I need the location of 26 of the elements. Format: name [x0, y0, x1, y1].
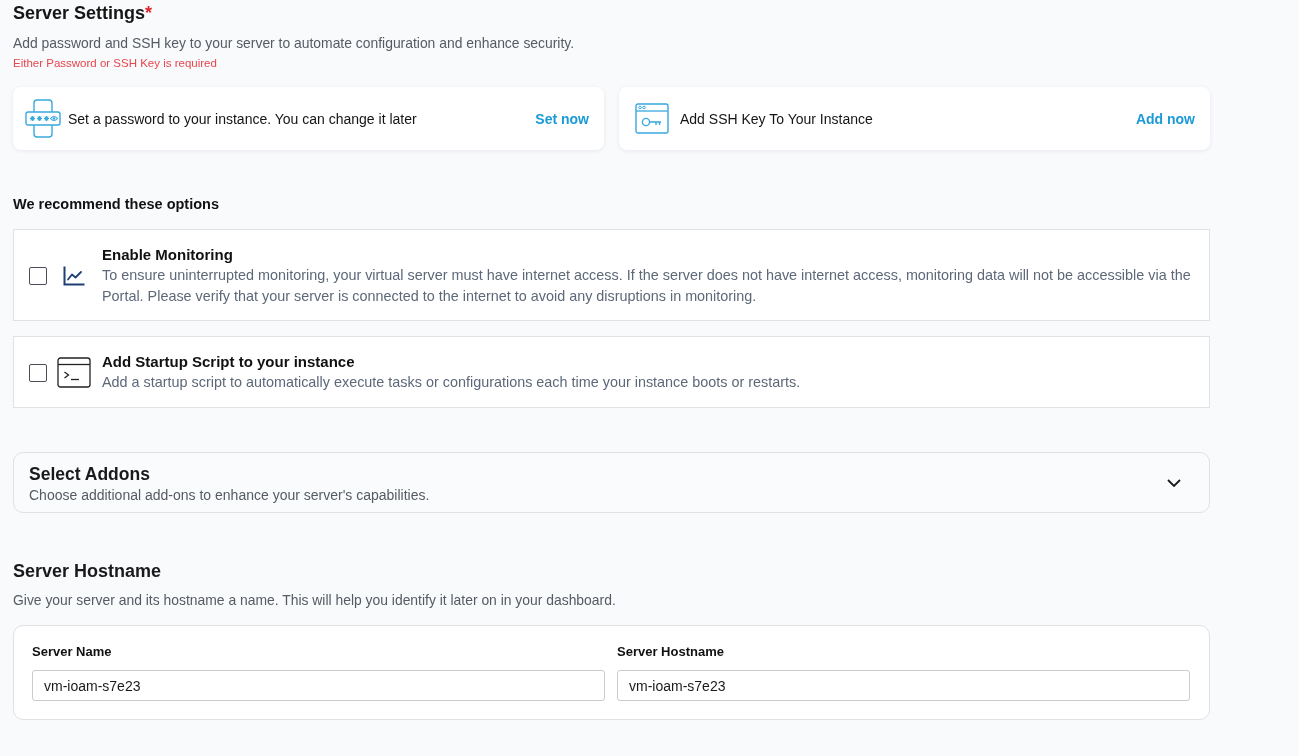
checkbox[interactable] [29, 363, 47, 382]
section-title: Server Hostname [13, 560, 163, 583]
option-description: To ensure uninterrupted monitoring, your virtual server must have internet access. If the server does not have internet access, monitoring data will not be accessible via the Portal. Please verify that your server is connected to the internet to avoid any disruptions in monitoring. [102, 266, 1192, 306]
field-label: Server Hostname [617, 643, 725, 661]
line-chart-icon [63, 266, 85, 286]
option-title: Add Startup Script to your instance [102, 352, 356, 372]
section-description: Give your server and its hostname a name. This will help you identify it later on in your dashboard. [13, 591, 617, 609]
chevron-down-icon[interactable] [1167, 478, 1181, 487]
error-message: Either Password or SSH Key is required [13, 56, 218, 70]
section-description: Add password and SSH key to your server to automate configuration and enhance security. [13, 34, 576, 52]
field-label: Server Name [32, 643, 113, 661]
recommend-heading: We recommend these options [13, 195, 220, 214]
credential-text: Set a password to your instance. You can change it later [68, 110, 418, 127]
browser-key-icon [635, 103, 669, 134]
addons-description: Choose additional add-ons to enhance your server's capabilities. [29, 486, 431, 504]
section-title: Server Settings* [13, 2, 154, 24]
addons-title: Select Addons [29, 462, 151, 486]
terminal-icon [57, 357, 91, 388]
option-description: Add a startup script to automatically execute tasks or configurations each time your instance boots or restarts. [102, 373, 802, 392]
checkbox[interactable] [29, 267, 47, 285]
addons-accordion[interactable]: Select Addons Choose additional add-ons to enhance your server's capabilities. [13, 452, 1210, 513]
text-field[interactable]: vm-ioam-s7e23 [32, 670, 605, 701]
password-device-icon [25, 99, 61, 138]
text-field[interactable]: vm-ioam-s7e23 [617, 670, 1190, 701]
option-title: Enable Monitoring [102, 245, 234, 265]
credential-text: Add SSH Key To Your Instance [680, 110, 874, 127]
